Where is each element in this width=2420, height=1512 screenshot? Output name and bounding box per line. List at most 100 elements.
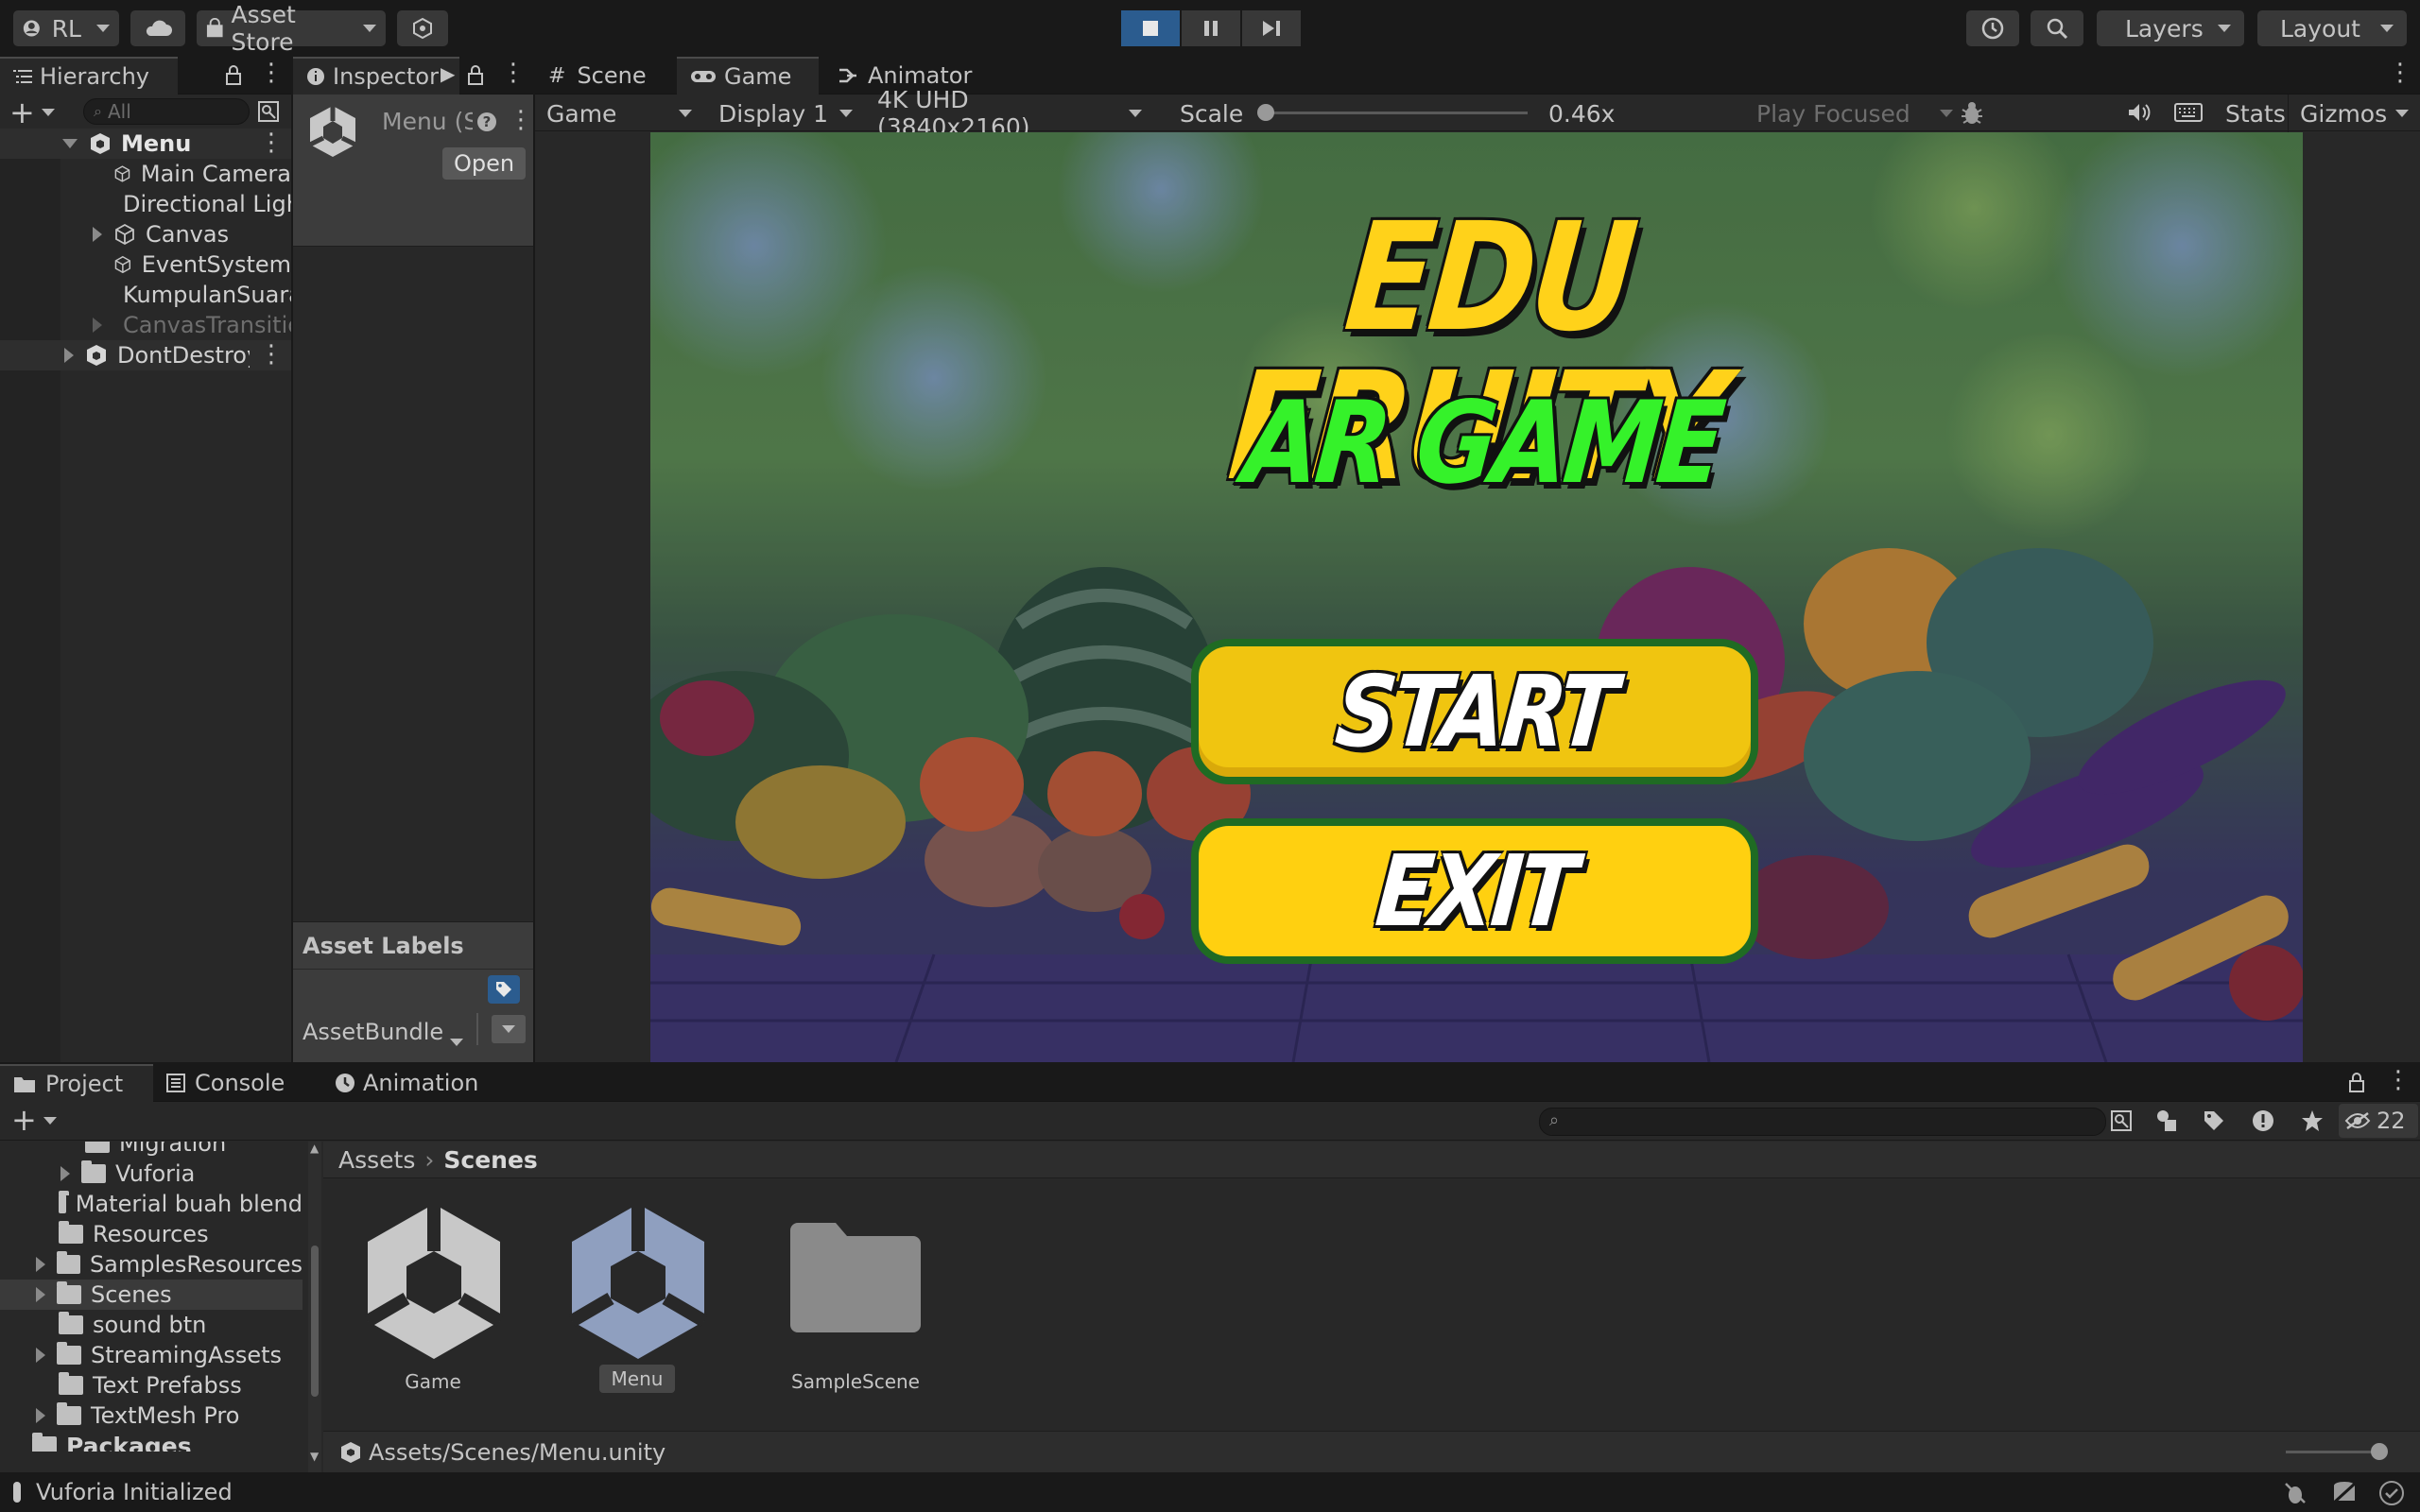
tree-item[interactable]: sound btn [0,1310,302,1340]
open-button[interactable]: Open [442,147,526,180]
hidden-packages-toggle[interactable]: 22 [2339,1104,2418,1138]
scene-menu-icon[interactable]: ⋮ [259,129,284,157]
tab-game[interactable]: Game [677,57,819,94]
layers-dropdown[interactable]: Layers [2097,10,2244,46]
asset-store-button[interactable]: Asset Store [197,1,386,56]
tree-scrollbar[interactable]: ▲ ▼ [308,1142,321,1472]
start-button[interactable]: START [1191,639,1758,784]
debug-mode-icon[interactable] [2282,1480,2308,1506]
expand-arrow-icon[interactable] [36,1408,45,1423]
display-dropdown[interactable]: Display 1 [707,94,864,132]
project-add-icon[interactable]: + [11,1102,37,1138]
add-dropdown-icon[interactable] [42,109,55,116]
tab-scene[interactable]: # Scene [535,57,675,94]
filter-type-icon[interactable] [2155,1109,2180,1132]
gizmos-dropdown[interactable]: Gizmos [2288,94,2420,132]
bug-icon[interactable] [1959,100,1985,127]
layout-dropdown[interactable]: Layout [2257,10,2407,46]
expand-arrow-icon[interactable] [93,318,102,333]
icon-size-slider-handle[interactable] [2371,1443,2388,1460]
scroll-up-icon[interactable]: ▲ [310,1142,319,1155]
project-lock-icon[interactable] [2348,1072,2365,1092]
project-add-dropdown-icon[interactable] [43,1117,57,1125]
account-dropdown[interactable]: RL [13,10,119,46]
favorite-star-icon[interactable] [2301,1109,2324,1132]
scale-slider-handle[interactable] [1257,104,1274,121]
tree-item[interactable]: Migration [0,1142,302,1159]
tree-item[interactable]: StreamingAssets [0,1340,302,1370]
tab-console[interactable]: Console [153,1064,310,1102]
tab-project[interactable]: Project [0,1064,153,1102]
expand-arrow-icon[interactable] [93,227,102,242]
asset-item[interactable]: Game [364,1202,504,1393]
hierarchy-item[interactable]: CanvasTransition [0,310,291,340]
expand-arrow-icon[interactable] [64,348,74,363]
expand-arrow-icon[interactable] [36,1348,45,1363]
project-menu-icon[interactable]: ⋮ [2386,1066,2411,1094]
tree-item-packages[interactable]: Packages [0,1431,302,1452]
tab-animation[interactable]: Animation [321,1064,501,1102]
icon-size-slider[interactable] [2286,1451,2384,1453]
hierarchy-item[interactable]: EventSystem [0,249,291,280]
hierarchy-item[interactable]: Main Camera [0,159,291,189]
collab-button[interactable] [397,10,448,46]
tree-item-selected[interactable]: Scenes [0,1280,302,1310]
expand-arrow-icon[interactable] [60,1166,70,1181]
game-viewport[interactable]: EDU FRUITY AR GAME START EXIT [650,132,2303,1062]
filter-log-icon[interactable] [2252,1109,2274,1132]
hierarchy-item[interactable]: Canvas [0,219,291,249]
scale-slider[interactable] [1257,94,1533,130]
play-button[interactable] [1121,10,1180,46]
search-button[interactable] [2031,10,2083,46]
exit-button[interactable]: EXIT [1191,818,1758,964]
tree-item[interactable]: Text Prefabss [0,1370,302,1400]
dontdestroy-menu-icon[interactable]: ⋮ [259,340,284,369]
cloud-button[interactable] [130,10,185,46]
scroll-down-icon[interactable]: ▼ [310,1450,319,1463]
progress-check-icon[interactable] [2378,1480,2405,1506]
hierarchy-item[interactable]: KumpulanSuara [0,280,291,310]
cache-server-icon[interactable] [2331,1480,2358,1506]
game-mode-dropdown[interactable]: Game [535,94,703,132]
tree-item[interactable]: Vuforia [0,1159,302,1189]
scene-row-menu[interactable]: Menu ⋮ [0,129,291,159]
game-view-menu-icon[interactable]: ⋮ [2388,59,2412,87]
asset-bundle-dropdown[interactable] [450,1024,465,1046]
asset-variant-dropdown[interactable] [492,1015,526,1043]
lock-icon[interactable] [225,64,242,85]
hierarchy-item[interactable]: Directional Light [0,189,291,219]
label-tag-button[interactable] [488,975,520,1004]
audio-icon[interactable] [2127,102,2152,123]
tab-hierarchy[interactable]: Hierarchy [0,57,178,94]
history-button[interactable] [1966,10,2019,46]
search-by-type-icon[interactable] [2110,1109,2133,1132]
add-icon[interactable]: + [9,94,35,130]
stats-button[interactable]: Stats [2214,94,2297,132]
tree-scrollbar-thumb[interactable] [311,1246,319,1397]
play-focused-dropdown[interactable]: Play Focused [1745,94,1964,132]
expand-arrow-icon[interactable] [36,1257,45,1272]
project-search-input[interactable]: ⌕ [1539,1108,2106,1136]
scene-row-dontdestroy[interactable]: DontDestroyOnLoad ⋮ [0,340,291,370]
inspector-menu-icon[interactable]: ⋮ [501,59,526,87]
filter-label-icon[interactable] [2203,1109,2225,1132]
tab-arrow-icon[interactable]: ▶ [441,62,455,85]
help-icon[interactable]: ? [476,112,497,132]
object-menu-icon[interactable]: ⋮ [509,106,533,134]
expand-arrow-icon[interactable] [36,1287,45,1302]
tree-item[interactable]: Material buah blend [0,1189,302,1219]
resolution-dropdown[interactable]: 4K UHD (3840x2160) [866,86,1153,141]
inspector-lock-icon[interactable] [467,64,484,85]
step-button[interactable] [1242,10,1301,46]
hierarchy-menu-icon[interactable]: ⋮ [259,59,284,87]
breadcrumb-assets[interactable]: Assets [338,1146,415,1174]
hierarchy-search-input[interactable]: ⌕ All [83,98,250,125]
scene-search-icon[interactable] [257,100,280,123]
tree-item[interactable]: TextMesh Pro [0,1400,302,1431]
keyboard-icon[interactable] [2174,102,2203,123]
tab-inspector[interactable]: Inspector [293,57,459,94]
breadcrumb-scenes[interactable]: Scenes [443,1146,537,1174]
asset-item-selected[interactable]: Menu [568,1202,708,1393]
asset-item[interactable]: SampleScene [786,1219,925,1399]
tree-item[interactable]: SamplesResources [0,1249,302,1280]
